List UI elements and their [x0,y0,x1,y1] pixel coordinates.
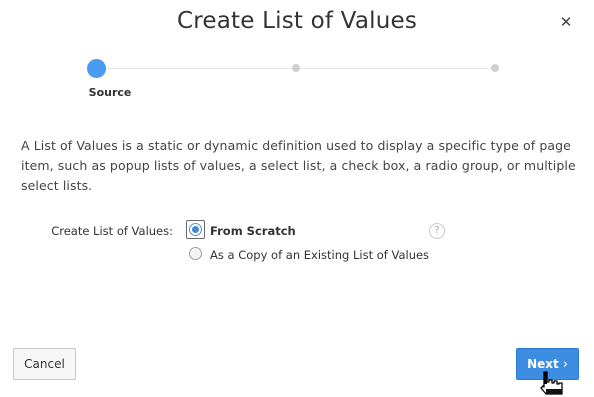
wizard-step-2-marker [292,64,300,72]
radio-from-scratch[interactable] [189,223,202,236]
radio-label-copy-existing[interactable]: As a Copy of an Existing List of Values [210,248,429,262]
next-button-label: Next [527,357,559,371]
wizard-step-source-marker [87,59,106,78]
wizard-step-label: Source [88,86,132,99]
close-icon[interactable]: ✕ [556,12,576,32]
description-text: A List of Values is a static or dynamic … [21,138,576,193]
help-icon[interactable]: ? [429,223,445,239]
radio-label-from-scratch[interactable]: From Scratch [210,224,296,238]
field-label: Create List of Values: [51,224,173,238]
dialog-title: Create List of Values [176,8,418,34]
radio-copy-existing[interactable] [189,247,202,260]
wizard-step-3-marker [491,64,499,72]
cancel-button[interactable]: Cancel [13,348,76,380]
hand-cursor-icon [540,371,563,395]
